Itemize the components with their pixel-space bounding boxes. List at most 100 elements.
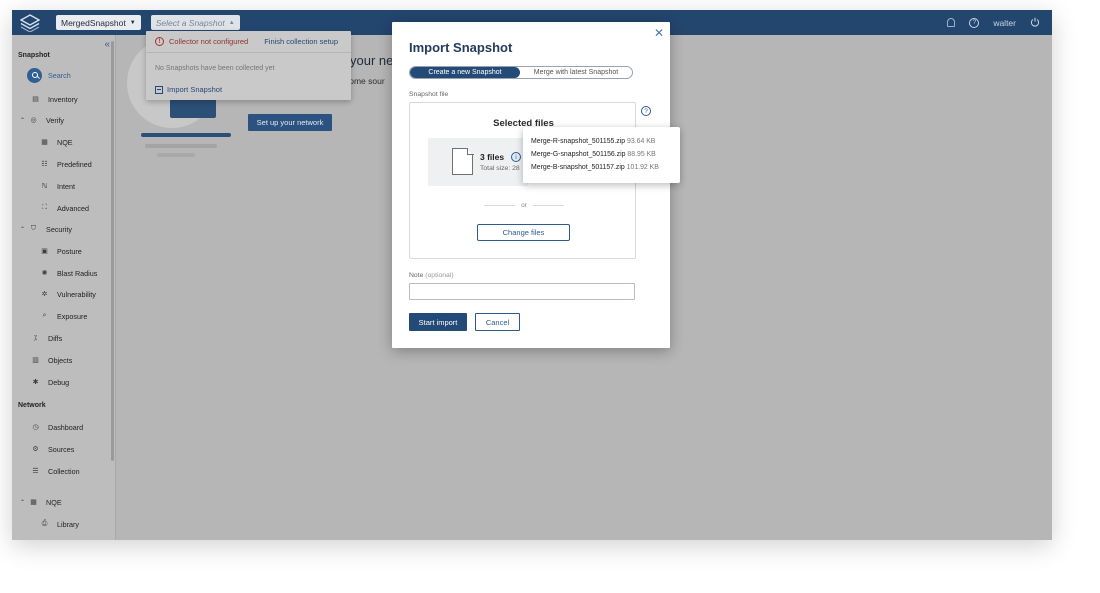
sidebar-item-predefined[interactable]: ☷ Predefined bbox=[40, 157, 91, 171]
file-size: 88.95 KB bbox=[627, 151, 656, 158]
setup-network-button[interactable]: Set up your network bbox=[248, 114, 332, 131]
file-name: Merge-G-snapshot_501156.zip bbox=[531, 151, 626, 158]
help-icon[interactable]: ? bbox=[969, 17, 980, 28]
snapshot-set-select[interactable]: MergedSnapshot ▼ bbox=[56, 15, 141, 30]
app-logo-icon[interactable] bbox=[18, 12, 42, 34]
bell-icon[interactable] bbox=[947, 18, 956, 27]
search-icon bbox=[27, 67, 42, 83]
sidebar-item-library[interactable]: ⎙ Library bbox=[40, 517, 79, 531]
sidebar: « Snapshot Search ▤ Inventory ⌃ ◎ Verify… bbox=[12, 35, 116, 540]
top-right-controls: ? walter bbox=[947, 17, 1040, 29]
note-label: Note (optional) bbox=[409, 272, 454, 279]
bug-icon: ✱ bbox=[32, 379, 39, 386]
sidebar-scrollbar[interactable] bbox=[111, 41, 114, 461]
blast-radius-icon: ✺ bbox=[41, 270, 48, 277]
caret-up-icon: ▲ bbox=[228, 19, 235, 26]
divider-line bbox=[484, 205, 516, 206]
note-label-text: Note bbox=[409, 272, 424, 279]
sidebar-section-network: Network bbox=[18, 402, 46, 409]
import-mode-toggle: Create a new Snapshot Merge with latest … bbox=[409, 66, 633, 79]
note-optional-text: (optional) bbox=[425, 272, 454, 279]
change-files-button[interactable]: Change files bbox=[477, 224, 570, 241]
sidebar-item-objects[interactable]: ▥ Objects bbox=[31, 353, 72, 367]
exposure-icon: ⌕ bbox=[42, 312, 47, 319]
diffs-icon: ⁒ bbox=[33, 335, 38, 342]
check-circle-icon: ◎ bbox=[30, 117, 37, 124]
collector-warning-row: ! Collector not configured Finish collec… bbox=[146, 31, 351, 53]
sidebar-item-sources[interactable]: ⚙ Sources bbox=[31, 442, 74, 456]
cancel-button[interactable]: Cancel bbox=[475, 313, 520, 331]
snapshot-dropdown: ! Collector not configured Finish collec… bbox=[146, 31, 351, 100]
illustration-line bbox=[145, 144, 217, 148]
sidebar-item-nqe-group[interactable]: ⌃ ▦ NQE bbox=[20, 495, 62, 509]
sidebar-item-vulnerability[interactable]: ✲ Vulnerability bbox=[40, 287, 96, 301]
welcome-heading: your net bbox=[350, 53, 397, 68]
sidebar-item-diffs[interactable]: ⁒ Diffs bbox=[31, 331, 62, 345]
file-size: 93.64 KB bbox=[627, 138, 656, 145]
files-tooltip: Merge-R-snapshot_501155.zip 93.64 KB Mer… bbox=[523, 127, 680, 183]
sidebar-item-debug[interactable]: ✱ Debug bbox=[31, 375, 70, 389]
sidebar-item-advanced[interactable]: ⛶ Advanced bbox=[40, 201, 89, 215]
sidebar-item-dashboard[interactable]: ◷ Dashboard bbox=[31, 420, 83, 434]
tooltip-file-item: Merge-B-snapshot_501157.zip 101.92 KB bbox=[531, 164, 659, 171]
close-icon[interactable]: ✕ bbox=[654, 26, 664, 40]
chevron-up-icon: ⌃ bbox=[20, 499, 26, 506]
import-snapshot-dialog: ✕ Import Snapshot Create a new Snapshot … bbox=[392, 22, 670, 348]
posture-icon: ▣ bbox=[41, 248, 48, 255]
sidebar-item-security[interactable]: ⌃ ⛉ Security bbox=[20, 222, 72, 236]
sidebar-item-exposure[interactable]: ⌕ Exposure bbox=[40, 309, 88, 323]
sidebar-item-collection[interactable]: ☰ Collection bbox=[31, 464, 79, 478]
file-count: 3 files bbox=[480, 152, 505, 162]
or-text: or bbox=[521, 202, 527, 209]
sidebar-item-inventory[interactable]: ▤ Inventory bbox=[31, 92, 77, 106]
finish-collection-setup-link[interactable]: Finish collection setup bbox=[264, 37, 338, 46]
or-divider: or bbox=[484, 202, 564, 209]
advanced-icon: ⛶ bbox=[42, 204, 47, 211]
sources-icon: ⚙ bbox=[32, 446, 39, 453]
chevron-up-icon: ⌃ bbox=[20, 117, 26, 124]
divider-line bbox=[532, 205, 564, 206]
collector-error-text: Collector not configured bbox=[169, 37, 249, 46]
collapse-sidebar-icon[interactable]: « bbox=[104, 39, 110, 50]
file-size: 101.92 KB bbox=[626, 164, 659, 171]
import-snapshot-link[interactable]: Import Snapshot bbox=[155, 85, 222, 94]
caret-down-icon: ▼ bbox=[129, 19, 136, 26]
dashboard-icon: ◷ bbox=[32, 424, 39, 431]
sidebar-section-snapshot: Snapshot bbox=[18, 52, 50, 59]
user-name[interactable]: walter bbox=[993, 18, 1016, 28]
snapshot-set-label: MergedSnapshot bbox=[61, 17, 126, 28]
sidebar-item-posture[interactable]: ▣ Posture bbox=[40, 244, 82, 258]
import-icon bbox=[155, 85, 163, 94]
power-icon[interactable] bbox=[1030, 17, 1040, 29]
sidebar-item-intent[interactable]: ℕ Intent bbox=[40, 179, 75, 193]
file-name: Merge-R-snapshot_501155.zip bbox=[531, 138, 626, 145]
sidebar-item-verify[interactable]: ⌃ ◎ Verify bbox=[20, 113, 64, 127]
inventory-icon: ▤ bbox=[32, 96, 39, 103]
tab-merge-latest-snapshot[interactable]: Merge with latest Snapshot bbox=[520, 67, 632, 78]
file-icon-fold bbox=[467, 148, 474, 155]
note-input[interactable] bbox=[409, 283, 635, 300]
snapshot-select[interactable]: Select a Snapshot ▲ bbox=[150, 15, 240, 30]
start-import-button[interactable]: Start import bbox=[409, 313, 467, 331]
predefined-icon: ☷ bbox=[41, 161, 48, 168]
tab-create-new-snapshot[interactable]: Create a new Snapshot bbox=[410, 67, 520, 78]
sidebar-item-nqe[interactable]: ▦ NQE bbox=[40, 135, 72, 149]
file-name: Merge-B-snapshot_501157.zip bbox=[531, 164, 625, 171]
file-summary-card: 3 files i Total size: 28 bbox=[428, 138, 528, 186]
illustration-bar bbox=[141, 133, 231, 137]
collection-icon: ☰ bbox=[32, 468, 39, 475]
illustration-line bbox=[157, 153, 195, 157]
tooltip-file-item: Merge-R-snapshot_501155.zip 93.64 KB bbox=[531, 138, 655, 145]
nqe-icon: ▦ bbox=[41, 139, 48, 146]
sidebar-item-search[interactable]: Search bbox=[27, 67, 71, 83]
objects-icon: ▥ bbox=[32, 357, 39, 364]
info-icon[interactable]: i bbox=[511, 152, 521, 162]
dialog-title: Import Snapshot bbox=[409, 40, 513, 55]
chevron-up-icon: ⌃ bbox=[20, 226, 26, 233]
help-icon[interactable]: ? bbox=[641, 106, 651, 116]
tooltip-file-item: Merge-G-snapshot_501156.zip 88.95 KB bbox=[531, 151, 656, 158]
sidebar-item-blast-radius[interactable]: ✺ Blast Radius bbox=[40, 266, 98, 280]
shield-icon: ⛉ bbox=[30, 225, 37, 232]
snapshot-file-label: Snapshot file bbox=[409, 91, 449, 98]
snapshot-select-placeholder: Select a Snapshot bbox=[155, 17, 225, 28]
